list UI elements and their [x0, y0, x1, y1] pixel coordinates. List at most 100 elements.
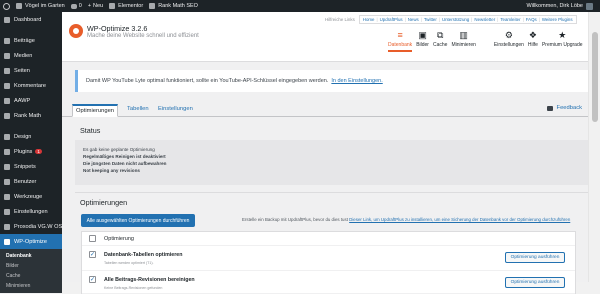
sidebar-item-settings[interactable]: Einstellungen	[0, 204, 62, 219]
row-checkbox[interactable]: ✓	[89, 251, 96, 258]
sidebar-item-snippets[interactable]: Snippets	[0, 159, 62, 174]
scrollbar-thumb[interactable]	[592, 32, 598, 122]
sidebar-item-pages[interactable]: Seiten	[0, 63, 62, 78]
link-support[interactable]: Unterstützung	[441, 17, 470, 22]
tab-bar: Optimierungen Tabellen Einstellungen Fee…	[62, 101, 600, 117]
wp-optimize-submenu: Datenbank Bilder Cache Minimieren	[0, 249, 62, 293]
column-header-optimization: Optimierung	[104, 236, 134, 242]
cache-icon: ⧉	[436, 29, 444, 40]
status-line: Regelmäßiges Reinigen ist deaktiviert	[83, 154, 166, 159]
plugin-title: WP-Optimize 3.2.6	[87, 24, 148, 33]
submenu-item-cache[interactable]: Cache	[0, 271, 62, 281]
run-optimization-button[interactable]: Optimierung ausführen	[505, 252, 565, 263]
sidebar-item-plugins[interactable]: Plugins 1	[0, 144, 62, 159]
sidebar-item-dashboard[interactable]: Dashboard	[0, 12, 62, 27]
tab-optimizations[interactable]: Optimierungen	[72, 104, 119, 117]
submenu-item-images[interactable]: Bilder	[0, 261, 62, 271]
sidebar-item-aawp[interactable]: AAWP	[0, 93, 62, 108]
main-content: WP-Optimize 3.2.6 Mache deine Website sc…	[62, 12, 600, 294]
help-icon: ❖	[528, 29, 537, 40]
image-icon: ▣	[418, 29, 427, 40]
link-faqs[interactable]: FAQs	[525, 17, 538, 22]
nav-premium-upgrade[interactable]: ★ Premium Upgrade	[542, 29, 583, 52]
nav-minify[interactable]: ▥ Minimieren	[451, 29, 475, 52]
wordpress-logo-icon[interactable]	[0, 0, 13, 12]
wrench-icon	[4, 193, 10, 200]
backup-install-link[interactable]: Dieser Link, um UpdraftPlus zu installie…	[349, 217, 570, 222]
link-home[interactable]: Home	[362, 17, 376, 22]
admin-bar: Vögel im Garten 0 + Neu Elementor Rank Ma…	[0, 0, 600, 12]
notice-settings-link[interactable]: In den Einstellungen.	[331, 78, 382, 84]
wp-optimize-logo-icon	[69, 24, 83, 38]
site-name-link[interactable]: Vögel im Garten	[13, 0, 68, 12]
status-line: Es gab keine geplante Optimierung	[83, 147, 155, 152]
link-more-plugins[interactable]: Weitere Plugins	[541, 17, 574, 22]
backup-hint: Erstelle ein Backup mit UpdraftPlus, bev…	[242, 217, 571, 222]
rankmath-link[interactable]: Rank Math SEO	[146, 0, 201, 12]
plugin-icon	[4, 148, 10, 155]
sidebar-item-wp-optimize[interactable]: WP-Optimize	[0, 234, 62, 249]
sidebar-item-posts[interactable]: Beiträge	[0, 33, 62, 48]
link-newsletter[interactable]: Newsletter	[473, 17, 496, 22]
optimizations-heading: Optimierungen	[80, 198, 128, 207]
row-subtitle: Tabellen werden optimiert (T1).	[104, 261, 154, 265]
submenu-item-database[interactable]: Datenbank	[0, 251, 62, 261]
status-box: Es gab keine geplante Optimierung Regelm…	[75, 140, 595, 185]
nav-cache[interactable]: ⧉ Cache	[433, 29, 447, 52]
update-badge: 1	[35, 149, 42, 154]
account-menu[interactable]: Willkommen, Dirk Löbe	[523, 0, 600, 12]
notice-text: Damit WP YouTube Lyte optimal funktionie…	[86, 78, 329, 84]
sidebar-item-tools[interactable]: Werkzeuge	[0, 189, 62, 204]
settings-icon	[4, 208, 10, 215]
plus-icon: +	[87, 3, 92, 9]
tab-settings[interactable]: Einstellungen	[155, 104, 196, 117]
brush-icon	[4, 133, 10, 140]
sidebar-item-rankmath[interactable]: Rank Math	[0, 108, 62, 123]
home-icon	[16, 3, 22, 9]
nav-images[interactable]: ▣ Bilder	[416, 29, 429, 52]
comments-link[interactable]: 0	[68, 0, 85, 12]
sidebar-item-design[interactable]: Design	[0, 129, 62, 144]
sidebar-item-users[interactable]: Benutzer	[0, 174, 62, 189]
run-optimization-button[interactable]: Optimierung ausführen	[505, 277, 565, 288]
link-news[interactable]: News	[407, 17, 420, 22]
link-twitter[interactable]: Twitter	[423, 17, 438, 22]
row-title: Datenbank-Tabellen optimieren	[104, 252, 183, 258]
table-row: ✓ Alle Beitrags-Revisionen bereinigen Ke…	[82, 271, 575, 294]
status-heading: Status	[80, 126, 101, 135]
new-content-link[interactable]: + Neu	[85, 0, 106, 12]
settings-icon: ⚙	[504, 29, 513, 40]
link-updraftplus[interactable]: UpdraftPlus	[379, 17, 404, 22]
plugin-subtitle: Mache deine Website schnell und effizien…	[87, 33, 199, 39]
scissors-icon	[4, 163, 10, 170]
nav-settings[interactable]: ⚙ Einstellungen	[494, 29, 524, 52]
row-title: Alle Beitrags-Revisionen bereinigen	[104, 277, 195, 283]
link-team-lead[interactable]: Teamleiter	[499, 17, 521, 22]
tab-tables[interactable]: Tabellen	[124, 104, 152, 117]
external-links: Hilfreiche Links Home | UpdraftPlus | News…	[325, 15, 577, 24]
elementor-link[interactable]: Elementor	[106, 0, 146, 12]
sidebar-item-media[interactable]: Medien	[0, 48, 62, 63]
rankmath-icon	[149, 3, 156, 9]
nav-help[interactable]: ❖ Hilfe	[528, 29, 538, 52]
feedback-link[interactable]: Feedback	[546, 105, 582, 111]
table-row: ✓ Datenbank-Tabellen optimieren Tabellen…	[82, 246, 575, 271]
wp-optimize-icon	[4, 238, 10, 245]
select-all-checkbox[interactable]	[89, 235, 96, 242]
sidebar-item-proxodia[interactable]: Proxodia VG.W OS	[0, 219, 62, 234]
elementor-icon	[109, 3, 116, 9]
run-all-optimizations-button[interactable]: Alle ausgewählten Optimierungen durchfüh…	[81, 214, 195, 227]
amazon-icon	[4, 97, 10, 104]
proxodia-icon	[4, 223, 10, 230]
page-icon	[4, 67, 10, 74]
nav-database[interactable]: ≡ Datenbank	[388, 29, 413, 52]
dashboard-icon	[4, 16, 10, 23]
optimizations-table: Optimierung ✓ Datenbank-Tabellen optimie…	[81, 231, 576, 294]
row-subtitle: Keine Beitrags-Revisionen gefunden	[104, 286, 163, 290]
minify-icon: ▥	[459, 29, 468, 40]
external-links-label: Hilfreiche Links	[325, 17, 355, 22]
media-icon	[4, 52, 10, 59]
sidebar-item-comments[interactable]: Kommentare	[0, 78, 62, 93]
submenu-item-minify[interactable]: Minimieren	[0, 281, 62, 291]
page-scrollbar[interactable]	[588, 12, 600, 282]
